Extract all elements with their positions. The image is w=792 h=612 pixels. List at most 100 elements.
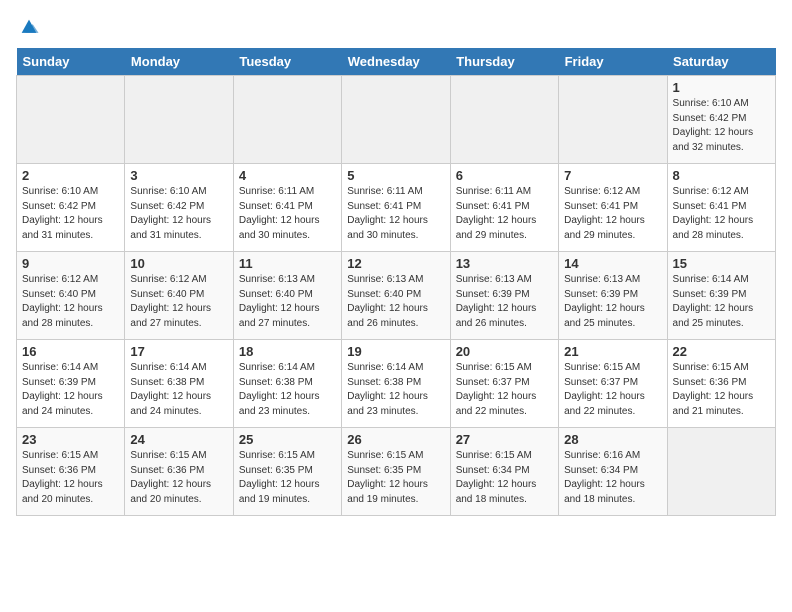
day-number: 19 [347, 344, 444, 359]
day-number: 20 [456, 344, 553, 359]
logo-icon [18, 16, 40, 38]
day-info: Sunrise: 6:13 AM Sunset: 6:39 PM Dayligh… [564, 273, 661, 331]
calendar-cell: 7 Sunrise: 6:12 AM Sunset: 6:41 PM Daylig… [559, 164, 667, 252]
calendar-cell: 17 Sunrise: 6:14 AM Sunset: 6:38 PM Dayli… [125, 340, 233, 428]
day-header-thursday: Thursday [450, 48, 558, 76]
calendar-cell [233, 76, 341, 164]
calendar-cell [17, 76, 125, 164]
calendar-cell [450, 76, 558, 164]
day-info: Sunrise: 6:12 AM Sunset: 6:40 PM Dayligh… [130, 273, 227, 331]
day-number: 9 [22, 256, 119, 271]
day-number: 24 [130, 432, 227, 447]
day-info: Sunrise: 6:15 AM Sunset: 6:36 PM Dayligh… [673, 361, 770, 419]
calendar-cell: 21 Sunrise: 6:15 AM Sunset: 6:37 PM Dayli… [559, 340, 667, 428]
calendar-cell: 19 Sunrise: 6:14 AM Sunset: 6:38 PM Dayli… [342, 340, 450, 428]
day-number: 1 [673, 80, 770, 95]
day-info: Sunrise: 6:15 AM Sunset: 6:36 PM Dayligh… [22, 449, 119, 507]
calendar-cell: 8Sunrise: 6:12 AM Sunset: 6:41 PM Daylig… [667, 164, 775, 252]
day-number: 25 [239, 432, 336, 447]
day-number: 7 [564, 168, 661, 183]
day-number: 18 [239, 344, 336, 359]
calendar-cell: 9 Sunrise: 6:12 AM Sunset: 6:40 PM Daylig… [17, 252, 125, 340]
day-info: Sunrise: 6:16 AM Sunset: 6:34 PM Dayligh… [564, 449, 661, 507]
day-info: Sunrise: 6:10 AM Sunset: 6:42 PM Dayligh… [130, 185, 227, 243]
calendar-cell: 16 Sunrise: 6:14 AM Sunset: 6:39 PM Dayli… [17, 340, 125, 428]
calendar-cell: 18 Sunrise: 6:14 AM Sunset: 6:38 PM Dayli… [233, 340, 341, 428]
calendar-cell [667, 428, 775, 516]
calendar-cell [559, 76, 667, 164]
calendar-cell: 11 Sunrise: 6:13 AM Sunset: 6:40 PM Dayli… [233, 252, 341, 340]
day-number: 28 [564, 432, 661, 447]
day-info: Sunrise: 6:12 AM Sunset: 6:41 PM Dayligh… [564, 185, 661, 243]
day-info: Sunrise: 6:15 AM Sunset: 6:34 PM Dayligh… [456, 449, 553, 507]
day-info: Sunrise: 6:14 AM Sunset: 6:38 PM Dayligh… [130, 361, 227, 419]
calendar-table: SundayMondayTuesdayWednesdayThursdayFrid… [16, 48, 776, 516]
calendar-cell: 2 Sunrise: 6:10 AM Sunset: 6:42 PM Daylig… [17, 164, 125, 252]
calendar-cell [125, 76, 233, 164]
calendar-cell [342, 76, 450, 164]
day-info: Sunrise: 6:12 AM Sunset: 6:40 PM Dayligh… [22, 273, 119, 331]
day-number: 5 [347, 168, 444, 183]
calendar-cell: 13 Sunrise: 6:13 AM Sunset: 6:39 PM Dayli… [450, 252, 558, 340]
calendar-cell: 27 Sunrise: 6:15 AM Sunset: 6:34 PM Dayli… [450, 428, 558, 516]
calendar-cell: 3 Sunrise: 6:10 AM Sunset: 6:42 PM Daylig… [125, 164, 233, 252]
day-info: Sunrise: 6:14 AM Sunset: 6:38 PM Dayligh… [347, 361, 444, 419]
day-info: Sunrise: 6:10 AM Sunset: 6:42 PM Dayligh… [673, 97, 770, 155]
day-info: Sunrise: 6:13 AM Sunset: 6:40 PM Dayligh… [239, 273, 336, 331]
day-number: 22 [673, 344, 770, 359]
day-number: 11 [239, 256, 336, 271]
calendar-cell: 1 Sunrise: 6:10 AM Sunset: 6:42 PM Daylig… [667, 76, 775, 164]
day-info: Sunrise: 6:14 AM Sunset: 6:38 PM Dayligh… [239, 361, 336, 419]
calendar-cell: 26 Sunrise: 6:15 AM Sunset: 6:35 PM Dayli… [342, 428, 450, 516]
day-info: Sunrise: 6:14 AM Sunset: 6:39 PM Dayligh… [673, 273, 770, 331]
calendar-cell: 14 Sunrise: 6:13 AM Sunset: 6:39 PM Dayli… [559, 252, 667, 340]
day-number: 17 [130, 344, 227, 359]
calendar-cell: 20 Sunrise: 6:15 AM Sunset: 6:37 PM Dayli… [450, 340, 558, 428]
day-info: Sunrise: 6:14 AM Sunset: 6:39 PM Dayligh… [22, 361, 119, 419]
day-header-tuesday: Tuesday [233, 48, 341, 76]
day-header-friday: Friday [559, 48, 667, 76]
calendar-cell: 10 Sunrise: 6:12 AM Sunset: 6:40 PM Dayli… [125, 252, 233, 340]
day-number: 27 [456, 432, 553, 447]
calendar-cell: 15 Sunrise: 6:14 AM Sunset: 6:39 PM Dayli… [667, 252, 775, 340]
calendar-cell: 4 Sunrise: 6:11 AM Sunset: 6:41 PM Daylig… [233, 164, 341, 252]
day-info: Sunrise: 6:11 AM Sunset: 6:41 PM Dayligh… [239, 185, 336, 243]
day-number: 23 [22, 432, 119, 447]
calendar-cell: 5 Sunrise: 6:11 AM Sunset: 6:41 PM Daylig… [342, 164, 450, 252]
top-bar [16, 16, 776, 42]
day-info: Sunrise: 6:13 AM Sunset: 6:40 PM Dayligh… [347, 273, 444, 331]
day-number: 4 [239, 168, 336, 183]
day-number: 26 [347, 432, 444, 447]
day-info: Sunrise: 6:15 AM Sunset: 6:36 PM Dayligh… [130, 449, 227, 507]
day-number: 15 [673, 256, 770, 271]
day-number: 14 [564, 256, 661, 271]
day-number: 3 [130, 168, 227, 183]
day-number: 16 [22, 344, 119, 359]
day-info: Sunrise: 6:11 AM Sunset: 6:41 PM Dayligh… [347, 185, 444, 243]
calendar-cell: 24 Sunrise: 6:15 AM Sunset: 6:36 PM Dayli… [125, 428, 233, 516]
calendar-cell: 25 Sunrise: 6:15 AM Sunset: 6:35 PM Dayli… [233, 428, 341, 516]
day-info: Sunrise: 6:13 AM Sunset: 6:39 PM Dayligh… [456, 273, 553, 331]
day-header-sunday: Sunday [17, 48, 125, 76]
day-number: 21 [564, 344, 661, 359]
day-info: Sunrise: 6:15 AM Sunset: 6:35 PM Dayligh… [239, 449, 336, 507]
day-info: Sunrise: 6:11 AM Sunset: 6:41 PM Dayligh… [456, 185, 553, 243]
calendar-cell: 22 Sunrise: 6:15 AM Sunset: 6:36 PM Dayli… [667, 340, 775, 428]
calendar-cell: 6 Sunrise: 6:11 AM Sunset: 6:41 PM Daylig… [450, 164, 558, 252]
day-number: 13 [456, 256, 553, 271]
day-number: 12 [347, 256, 444, 271]
day-number: 2 [22, 168, 119, 183]
day-number: 10 [130, 256, 227, 271]
calendar-cell: 12 Sunrise: 6:13 AM Sunset: 6:40 PM Dayli… [342, 252, 450, 340]
day-info: Sunrise: 6:10 AM Sunset: 6:42 PM Dayligh… [22, 185, 119, 243]
day-header-saturday: Saturday [667, 48, 775, 76]
day-number: 6 [456, 168, 553, 183]
day-info: Sunrise: 6:15 AM Sunset: 6:37 PM Dayligh… [456, 361, 553, 419]
logo [16, 16, 42, 38]
day-header-monday: Monday [125, 48, 233, 76]
day-info: Sunrise: 6:15 AM Sunset: 6:37 PM Dayligh… [564, 361, 661, 419]
day-number: 8 [673, 168, 770, 183]
calendar-cell: 23 Sunrise: 6:15 AM Sunset: 6:36 PM Dayli… [17, 428, 125, 516]
day-info: Sunrise: 6:15 AM Sunset: 6:35 PM Dayligh… [347, 449, 444, 507]
day-header-wednesday: Wednesday [342, 48, 450, 76]
